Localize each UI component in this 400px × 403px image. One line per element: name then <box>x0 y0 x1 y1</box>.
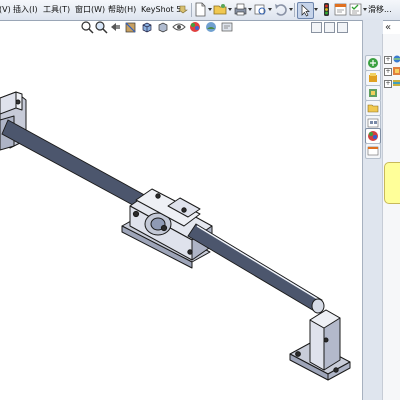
minimize-window-icon[interactable] <box>311 22 322 33</box>
tree-folder-icon <box>393 79 400 87</box>
options-dropdown-icon[interactable] <box>363 8 367 11</box>
menu-insert[interactable]: 插入(I) <box>10 0 41 20</box>
pin-icon[interactable] <box>178 5 188 14</box>
undo-dropdown-icon[interactable] <box>289 8 293 11</box>
edit-appearance-icon[interactable] <box>188 20 202 34</box>
cad-model[interactable] <box>0 36 362 400</box>
print-preview-dropdown-icon[interactable] <box>268 8 272 11</box>
tree-expand-toggle[interactable]: + <box>384 68 392 76</box>
toolbar-caption[interactable]: 滑移... <box>368 0 392 20</box>
collapse-task-pane-icon[interactable]: « <box>385 22 391 33</box>
open-folder-icon[interactable] <box>213 2 228 17</box>
display-style-icon[interactable] <box>156 20 170 34</box>
zoom-to-area-icon[interactable] <box>94 20 108 34</box>
hide-show-items-icon[interactable] <box>172 20 186 34</box>
file-explorer-icon[interactable] <box>365 85 381 101</box>
menu-window[interactable]: 窗口(W) <box>72 0 108 20</box>
tree-folder-icon <box>393 55 400 63</box>
select-arrow-icon[interactable] <box>297 2 314 19</box>
menu-help[interactable]: 帮助(H) <box>105 0 139 20</box>
open-dropdown-icon[interactable] <box>228 8 232 11</box>
new-dropdown-icon[interactable] <box>208 8 212 11</box>
traffic-light-rebuild-icon[interactable] <box>319 2 334 17</box>
search-icon[interactable] <box>365 100 381 116</box>
restore-window-icon[interactable] <box>324 22 335 33</box>
heads-up-view-toolbar <box>80 20 340 36</box>
menu-tools[interactable]: 工具(T) <box>40 0 73 20</box>
undo-icon[interactable] <box>273 2 288 17</box>
appearances-scenes-icon[interactable] <box>365 128 381 144</box>
linear-shaft[interactable] <box>2 120 150 210</box>
print-preview-icon[interactable] <box>253 2 268 17</box>
linear-shaft-front[interactable] <box>188 224 322 312</box>
print-icon[interactable] <box>233 2 248 17</box>
print-dropdown-icon[interactable] <box>248 8 252 11</box>
options-icon[interactable] <box>348 2 363 17</box>
task-pane-preview-swatch <box>384 162 400 204</box>
task-pane-panel <box>382 34 400 400</box>
right-shaft-support[interactable] <box>290 299 350 380</box>
design-library-icon[interactable] <box>365 70 381 86</box>
select-dropdown-icon[interactable] <box>314 8 318 11</box>
menu-toolbar: (V) 插入(I) 工具(T) 窗口(W) 帮助(H) KeyShot 5 滑移… <box>0 0 400 21</box>
graphics-area[interactable] <box>0 36 362 400</box>
view-orientation-icon[interactable] <box>140 20 154 34</box>
tree-expand-toggle[interactable]: + <box>384 56 392 64</box>
new-document-icon[interactable] <box>193 2 208 17</box>
tree-expand-toggle[interactable]: + <box>384 80 392 88</box>
close-window-icon[interactable] <box>337 22 348 33</box>
zoom-to-fit-icon[interactable] <box>80 20 94 34</box>
file-properties-icon[interactable] <box>333 2 348 17</box>
previous-view-icon[interactable] <box>108 20 122 34</box>
view-settings-icon[interactable] <box>220 20 234 34</box>
apply-scene-icon[interactable] <box>204 20 218 34</box>
section-view-icon[interactable] <box>124 20 138 34</box>
tree-folder-icon <box>393 67 400 75</box>
toolbar-separator <box>191 3 192 17</box>
solidworks-resources-icon[interactable] <box>365 55 381 71</box>
toolbar-separator <box>294 3 295 17</box>
custom-properties-icon[interactable] <box>365 143 381 159</box>
